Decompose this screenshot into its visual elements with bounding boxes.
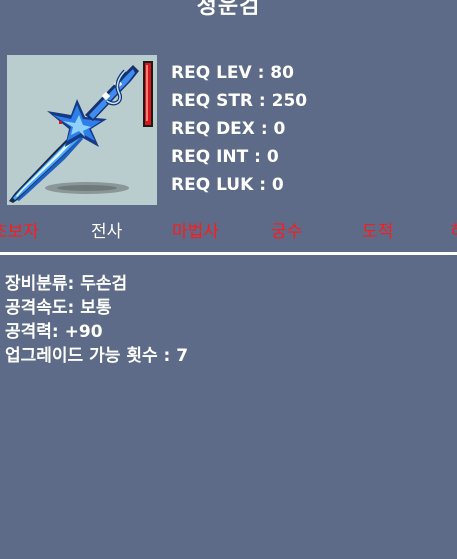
job-warrior: 전사 <box>91 222 123 242</box>
stat-equip-category: 장비분류: 두손검 <box>5 274 128 294</box>
stat-attack-speed: 공격속도: 보통 <box>5 298 112 318</box>
job-pirate: 해적 <box>451 218 457 246</box>
req-level: REQ LEV : 80 <box>171 63 294 83</box>
req-dex: REQ DEX : 0 <box>171 119 286 139</box>
job-magician: 마법사 <box>172 222 219 242</box>
item-icon-frame <box>7 55 157 205</box>
job-bowman: 궁수 <box>271 222 303 242</box>
job-restriction-row: 초보자 전사 마법사 궁수 도적 해적 <box>0 218 457 246</box>
item-name: 청운검 <box>196 0 261 19</box>
req-luk: REQ LUK : 0 <box>171 175 284 195</box>
blue-two-handed-sword-icon <box>9 61 153 203</box>
requirements-list: REQ LEV : 80 REQ STR : 250 REQ DEX : 0 R… <box>171 59 307 199</box>
stat-upgrade-slots: 업그레이드 가능 횟수 : 7 <box>5 346 189 366</box>
req-str: REQ STR : 250 <box>171 91 308 111</box>
divider <box>0 252 457 255</box>
job-beginner: 초보자 <box>0 222 39 242</box>
stat-attack-power: 공격력: +90 <box>5 322 103 342</box>
item-stats: 장비분류: 두손검 공격속도: 보통 공격력: +90 업그레이드 가능 횟수 … <box>5 272 188 368</box>
job-thief: 도적 <box>362 222 394 242</box>
req-int: REQ INT : 0 <box>171 147 279 167</box>
